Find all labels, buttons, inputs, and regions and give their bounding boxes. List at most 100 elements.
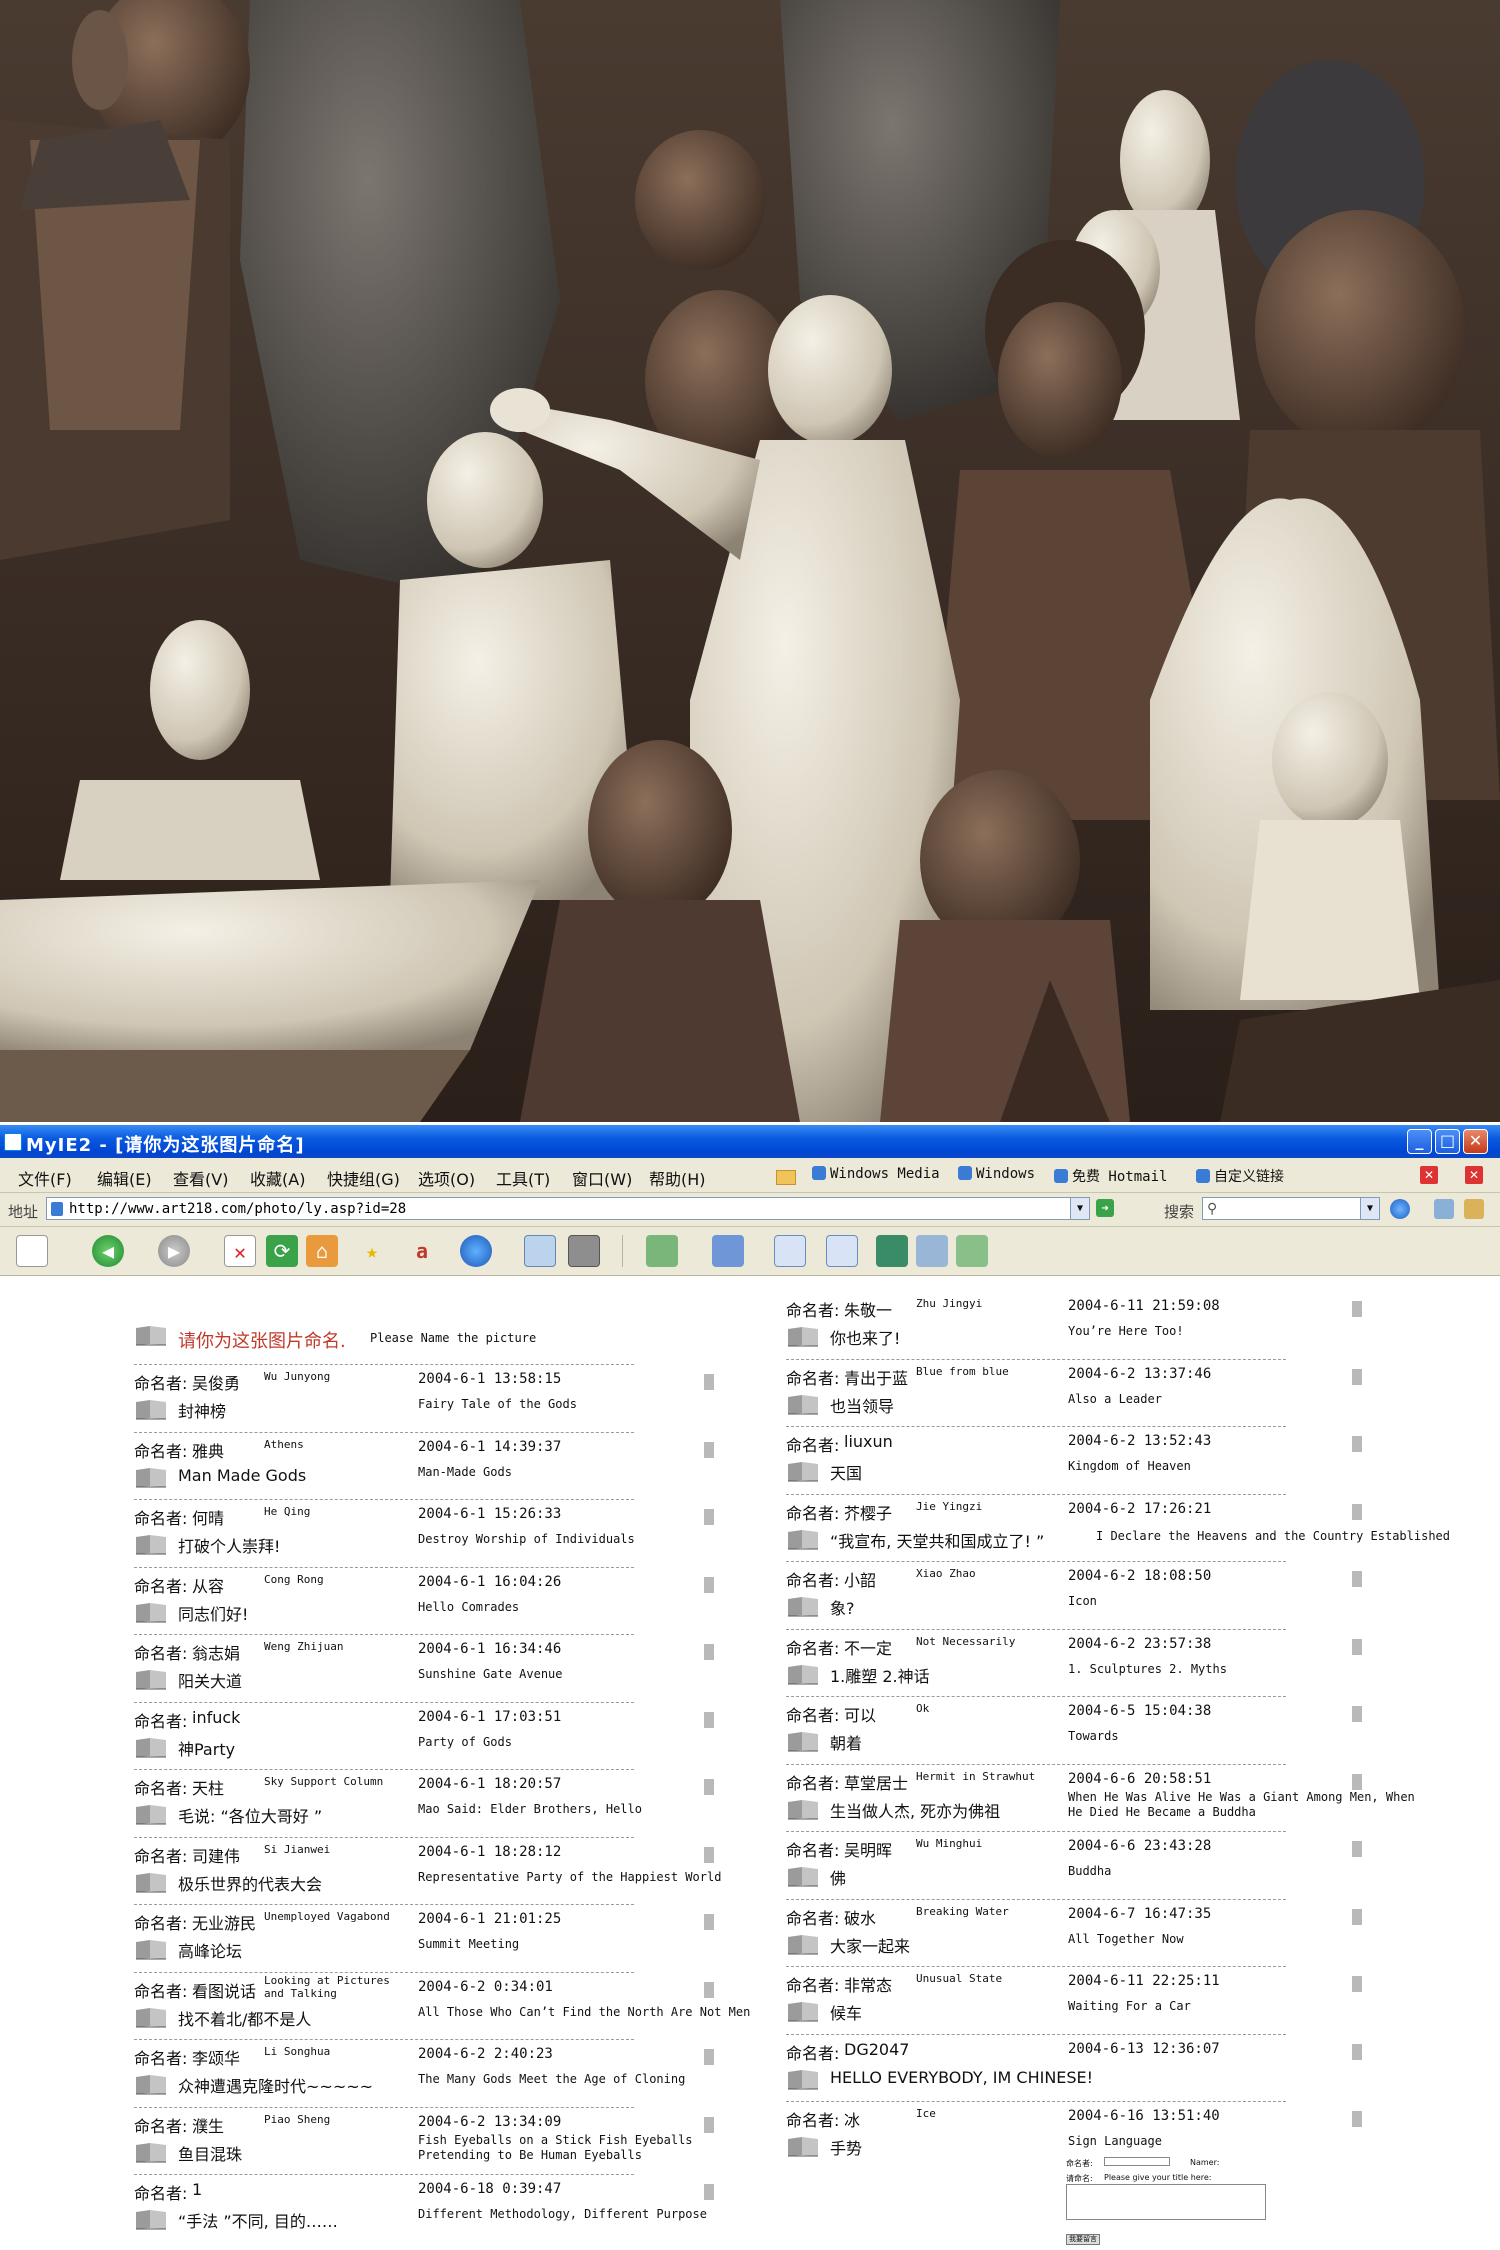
book-icon [136,2007,166,2027]
namer-english: Weng Zhijuan [264,1640,344,1653]
link-windows-media[interactable]: Windows Media [812,1166,940,1182]
window-icon[interactable] [524,1235,556,1267]
book-icon [788,2002,818,2022]
entry: 命名者: 草堂居士 Hermit in Strawhut 2004-6-6 20:58… [786,1763,1426,1832]
namer-label: 命名者: [134,1374,188,1393]
namer-label: 命名者: [134,2116,188,2136]
link-free-hotmail[interactable]: 免费 Hotmail [1054,1166,1167,1186]
entry-divider [134,1904,634,1905]
entry-title-english: Hello Comrades [418,1599,520,1614]
close-all-icon[interactable]: ✕ [1465,1166,1483,1184]
entry-date: 2004-6-2 2:40:23 [418,2046,553,2062]
history-icon[interactable] [646,1235,678,1267]
book-icon [136,1326,166,1346]
text-size-icon[interactable]: a [406,1235,438,1267]
entry: 命名者: 翁志娟 Weng Zhijuan 2004-6-1 16:34:46 阳关大道… [134,1634,774,1702]
address-field[interactable]: ▼ [46,1197,1090,1220]
new-page-icon[interactable] [16,1235,48,1267]
menu-view[interactable]: 查看(V) [173,1166,228,1190]
menu-groups[interactable]: 快捷组(G) [327,1166,400,1190]
refresh-icon[interactable]: ⟳ [266,1235,298,1267]
close-button[interactable]: ✕ [1463,1129,1488,1154]
app-icon [4,1133,22,1151]
edit-icon[interactable] [1464,1199,1484,1219]
entry-divider [786,1898,1286,1900]
ie-page-icon [958,1166,972,1180]
menu-options[interactable]: 选项(O) [418,1166,475,1190]
columns-icon[interactable] [826,1235,858,1267]
link-windows[interactable]: Windows [958,1166,1035,1182]
entry: 命名者: 何晴 He Qing 2004-6-1 15:26:33 打破个人崇拜! Des… [134,1499,774,1567]
menu-help[interactable]: 帮助(H) [649,1166,706,1190]
entry-title-english: I Declare the Heavens and the Country Es… [1096,1528,1451,1543]
address-dropdown-icon[interactable]: ▼ [1070,1198,1089,1219]
close-tab-icon[interactable]: ✕ [1420,1166,1438,1184]
marker-square [1352,1638,1362,1655]
entry-title: 找不着北/都不是人 [178,2009,312,2029]
entry-title-english: Fairy Tale of the Gods [418,1397,577,1411]
namer-input[interactable] [1104,2157,1170,2166]
title-textarea[interactable] [1066,2184,1266,2220]
entry-title-english: Icon [1068,1594,1097,1608]
namer-label: 命名者: [134,2184,188,2203]
forward-arrow-icon[interactable]: ▶ [158,1235,190,1267]
internet-globe-icon[interactable] [460,1235,492,1267]
print-icon[interactable] [568,1235,600,1267]
entry: 命名者: infuck 2004-6-1 17:03:51 神Party Party o… [134,1701,774,1770]
menu-file[interactable]: 文件(F) [18,1166,72,1190]
menu-edit[interactable]: 编辑(E) [97,1166,152,1190]
marker-square [1352,2043,1362,2060]
book-icon [788,1462,818,1482]
zoom-icon[interactable] [1434,1199,1454,1219]
entry-divider [786,1426,1286,1427]
address-input[interactable] [69,1200,1059,1218]
undo-icon[interactable] [712,1235,744,1267]
marker-square [1352,1841,1362,1857]
page-icon [51,1202,63,1216]
globe-icon[interactable] [1390,1199,1410,1219]
window-title-bar[interactable]: MyIE2 - [请你为这张图片命名] _ □ ✕ [0,1125,1500,1158]
menu-window[interactable]: 窗口(W) [572,1166,632,1190]
book-icon [136,1400,166,1420]
entry-divider [786,1561,1286,1562]
namer-label: 命名者: [786,1841,840,1860]
sync-icon[interactable] [956,1235,988,1267]
submit-button[interactable]: 我要留言 [1066,2234,1100,2245]
maximize-button[interactable]: □ [1435,1129,1460,1154]
marker-square [1352,1436,1362,1452]
entry-title-english: Representative Party of the Happiest Wor… [418,1869,722,1884]
menu-tools[interactable]: 工具(T) [496,1166,550,1190]
entry-title: “我宣布, 天堂共和国成立了! ” [830,1531,1045,1551]
entry-title-english: Destroy Worship of Individuals [418,1532,635,1546]
menu-favorites[interactable]: 收藏(A) [250,1166,305,1190]
entry-date: 2004-6-6 20:58:51 [1068,1770,1212,1787]
layout-grid-icon[interactable] [774,1235,806,1267]
entry: 命名者: 看图说话 Looking at Pictures and Talking 2… [134,1971,774,2040]
entry-title-english: Towards [1068,1729,1119,1743]
folder-icon [776,1168,796,1187]
back-arrow-icon[interactable]: ◀ [92,1235,124,1267]
go-arrow-icon[interactable]: ➜ [1096,1199,1114,1217]
entry-date: 2004-6-7 16:47:35 [1068,1905,1212,1922]
entry-divider [134,1566,634,1568]
namer-label: 命名者: [134,1914,188,1933]
save-page-icon[interactable] [876,1235,908,1267]
edit-page-icon[interactable] [916,1235,948,1267]
home-icon[interactable]: ⌂ [306,1235,338,1267]
search-field[interactable]: ⚲ ▼ [1202,1197,1380,1220]
entry-date: 2004-6-1 15:26:33 [418,1506,562,1522]
entry: 命名者: 从容 Cong Rong 2004-6-1 16:04:26 同志们好! Hel… [134,1566,774,1635]
link-custom-links[interactable]: 自定义链接 [1196,1166,1284,1186]
stop-icon[interactable]: ✕ [224,1235,256,1267]
entry-title: 鱼目混珠 [178,2144,243,2164]
namer-name: 翁志娟 [192,1644,241,1663]
favorites-star-icon[interactable]: ★ [356,1235,388,1267]
search-dropdown-icon[interactable]: ▼ [1360,1198,1379,1219]
entry-date: 2004-6-2 18:08:50 [1068,1568,1212,1584]
entry-title: 极乐世界的代表大会 [178,1874,323,1894]
namer-english: Unusual State [916,1972,1003,1985]
entry: 命名者: DG2047 2004-6-13 12:36:07 HELLO EVERYB… [786,2033,1426,2102]
minimize-button[interactable]: _ [1407,1129,1432,1154]
namer-english: Li Songhua [264,2045,331,2058]
book-icon [788,1664,818,1684]
